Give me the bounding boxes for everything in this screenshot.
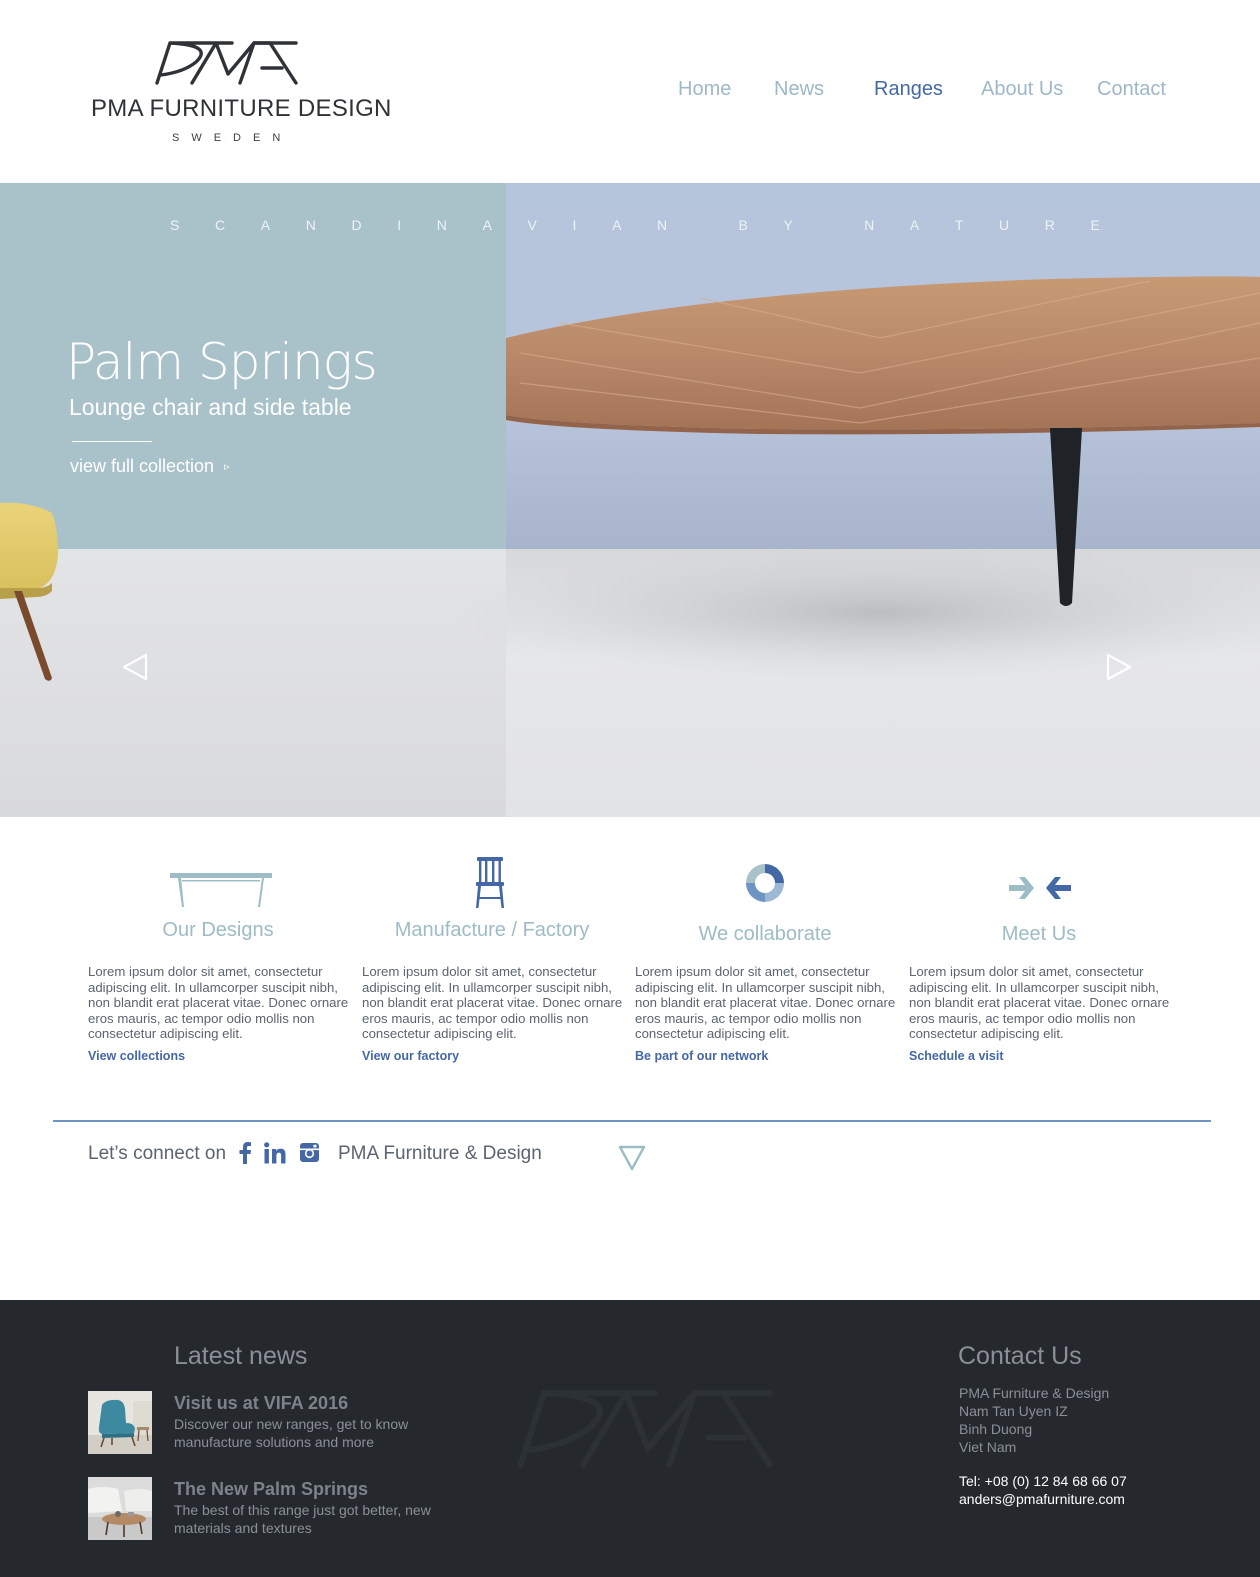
feature-body: Lorem ipsum dolor sit amet, consectetur …	[635, 964, 896, 1041]
section-divider	[53, 1120, 1211, 1122]
nav-item-news[interactable]: News	[774, 78, 824, 101]
view-factory-link[interactable]: View our factory	[362, 1049, 459, 1063]
hero-title: Palm Springs	[66, 333, 378, 391]
tagline-letter: U	[999, 217, 1010, 233]
social-handle: PMA Furniture & Design	[338, 1143, 542, 1164]
tagline-letter: E	[1090, 217, 1100, 233]
news-description: Discover our new ranges, get to know man…	[174, 1416, 409, 1450]
feature-our-designs: Our Designs Lorem ipsum dolor sit amet, …	[88, 817, 348, 1077]
facebook-link[interactable]	[239, 1142, 251, 1169]
view-collection-label: view full collection	[70, 456, 215, 476]
table-icon	[170, 873, 272, 907]
living-room-image	[88, 1477, 152, 1540]
feature-icon-wrap	[362, 857, 622, 917]
linkedin-icon	[264, 1142, 286, 1164]
linkedin-link[interactable]	[264, 1142, 286, 1169]
feature-title: Manufacture / Factory	[394, 919, 590, 941]
contact-address: PMA Furniture & Design Nam Tan Uyen IZ B…	[959, 1384, 1109, 1456]
news-item[interactable]: The New Palm Springs The best of this ra…	[88, 1477, 468, 1543]
ring-icon	[746, 864, 784, 902]
chair-icon	[476, 857, 504, 908]
feature-body: Lorem ipsum dolor sit amet, consectetur …	[88, 964, 349, 1041]
tagline-letter: A	[612, 217, 622, 233]
hero-tagline: S C A N D I N A V I A N B Y N A T U R E	[170, 217, 1100, 233]
converging-arrows-icon	[1009, 877, 1071, 899]
view-collection-link[interactable]: view full collection ▹	[70, 456, 230, 477]
social-bar: Let’s connect on PMA Furniture & Design	[0, 1140, 1260, 1180]
main-nav: Home News Ranges About Us Contact	[0, 78, 1260, 102]
feature-manufacture: Manufacture / Factory Lorem ipsum dolor …	[362, 817, 622, 1077]
contact-heading: Contact Us	[958, 1342, 1082, 1370]
hero-carousel: S C A N D I N A V I A N B Y N A T U R E …	[0, 183, 1260, 817]
contact-phone[interactable]: Tel: +08 (0) 12 84 68 66 07	[959, 1472, 1127, 1490]
hero-subtitle: Lounge chair and side table	[69, 394, 352, 420]
features-section: Our Designs Lorem ipsum dolor sit amet, …	[0, 817, 1260, 1117]
tagline-letter: I	[397, 217, 402, 233]
pma-watermark-logo	[517, 1389, 773, 1468]
view-collections-link[interactable]: View collections	[88, 1049, 185, 1063]
facebook-icon	[239, 1142, 251, 1164]
tagline-letter: C	[214, 217, 226, 233]
feature-icon-wrap	[88, 857, 348, 917]
nav-item-contact[interactable]: Contact	[1097, 78, 1166, 101]
feature-title: Our Designs	[162, 919, 274, 941]
down-triangle-icon	[618, 1145, 646, 1171]
address-line: Nam Tan Uyen IZ	[959, 1403, 1068, 1419]
address-line: PMA Furniture & Design	[959, 1385, 1110, 1401]
carousel-next-button[interactable]	[1104, 652, 1134, 682]
tagline-letter: Y	[783, 217, 793, 233]
hero-product-image	[0, 276, 1260, 683]
tagline-letter: N	[864, 217, 875, 233]
tagline-letter: N	[657, 217, 668, 233]
site-footer: Latest news Visit us at VIFA 2016 Discov…	[0, 1300, 1260, 1577]
feature-icon-wrap	[635, 857, 895, 917]
nav-item-about-us[interactable]: About Us	[981, 78, 1063, 101]
address-line: Binh Duong	[959, 1421, 1033, 1437]
contact-email[interactable]: anders@pmafurniture.com	[959, 1490, 1125, 1508]
address-line: Viet Nam	[959, 1439, 1017, 1455]
blue-armchair-image	[88, 1391, 152, 1454]
tagline-letter: R	[1044, 217, 1055, 233]
feature-collaborate: We collaborate Lorem ipsum dolor sit ame…	[635, 817, 895, 1077]
site-header: PMA FURNITURE DESIGN SWEDEN Home News Ra…	[0, 0, 1260, 183]
tagline-letter: S	[170, 217, 180, 233]
scroll-down-button[interactable]	[618, 1144, 646, 1177]
tagline-letter: I	[572, 217, 577, 233]
feature-title: Meet Us	[1001, 923, 1077, 945]
tagline-letter: T	[954, 217, 964, 233]
nav-item-home[interactable]: Home	[678, 78, 731, 101]
news-title: Visit us at VIFA 2016	[174, 1393, 349, 1413]
tagline-letter: B	[738, 217, 748, 233]
instagram-link[interactable]	[299, 1142, 320, 1168]
schedule-visit-link[interactable]: Schedule a visit	[909, 1049, 1003, 1063]
feature-body: Lorem ipsum dolor sit amet, consectetur …	[909, 964, 1170, 1041]
tagline-letter: A	[909, 217, 920, 233]
feature-title: We collaborate	[698, 923, 832, 945]
news-description: The best of this range just got better, …	[174, 1502, 431, 1536]
tagline-letter: V	[527, 217, 537, 233]
nav-item-ranges[interactable]: Ranges	[874, 78, 943, 101]
news-thumbnail	[88, 1477, 152, 1540]
carousel-prev-button[interactable]	[120, 652, 150, 682]
latest-news-heading: Latest news	[174, 1342, 308, 1370]
feature-body: Lorem ipsum dolor sit amet, consectetur …	[362, 964, 623, 1041]
news-item[interactable]: Visit us at VIFA 2016 Discover our new r…	[88, 1391, 468, 1457]
be-part-of-network-link[interactable]: Be part of our network	[635, 1049, 768, 1063]
right-triangle-arrow-icon	[1106, 653, 1132, 681]
social-lead-text: Let’s connect on	[88, 1143, 227, 1164]
left-triangle-arrow-icon	[122, 653, 148, 681]
instagram-icon	[300, 1143, 319, 1162]
tagline-letter: D	[351, 217, 362, 233]
feature-meet-us: Meet Us Lorem ipsum dolor sit amet, cons…	[909, 817, 1169, 1077]
hero-divider	[72, 441, 152, 442]
news-thumbnail	[88, 1391, 152, 1454]
news-title: The New Palm Springs	[174, 1479, 369, 1499]
tagline-letter: N	[305, 217, 316, 233]
tagline-letter: N	[436, 217, 447, 233]
tagline-letter: A	[260, 217, 271, 233]
brand-country: SWEDEN	[172, 132, 293, 144]
tagline-letter: A	[482, 217, 492, 233]
feature-icon-wrap	[909, 857, 1169, 917]
small-triangle-icon: ▹	[224, 461, 230, 473]
